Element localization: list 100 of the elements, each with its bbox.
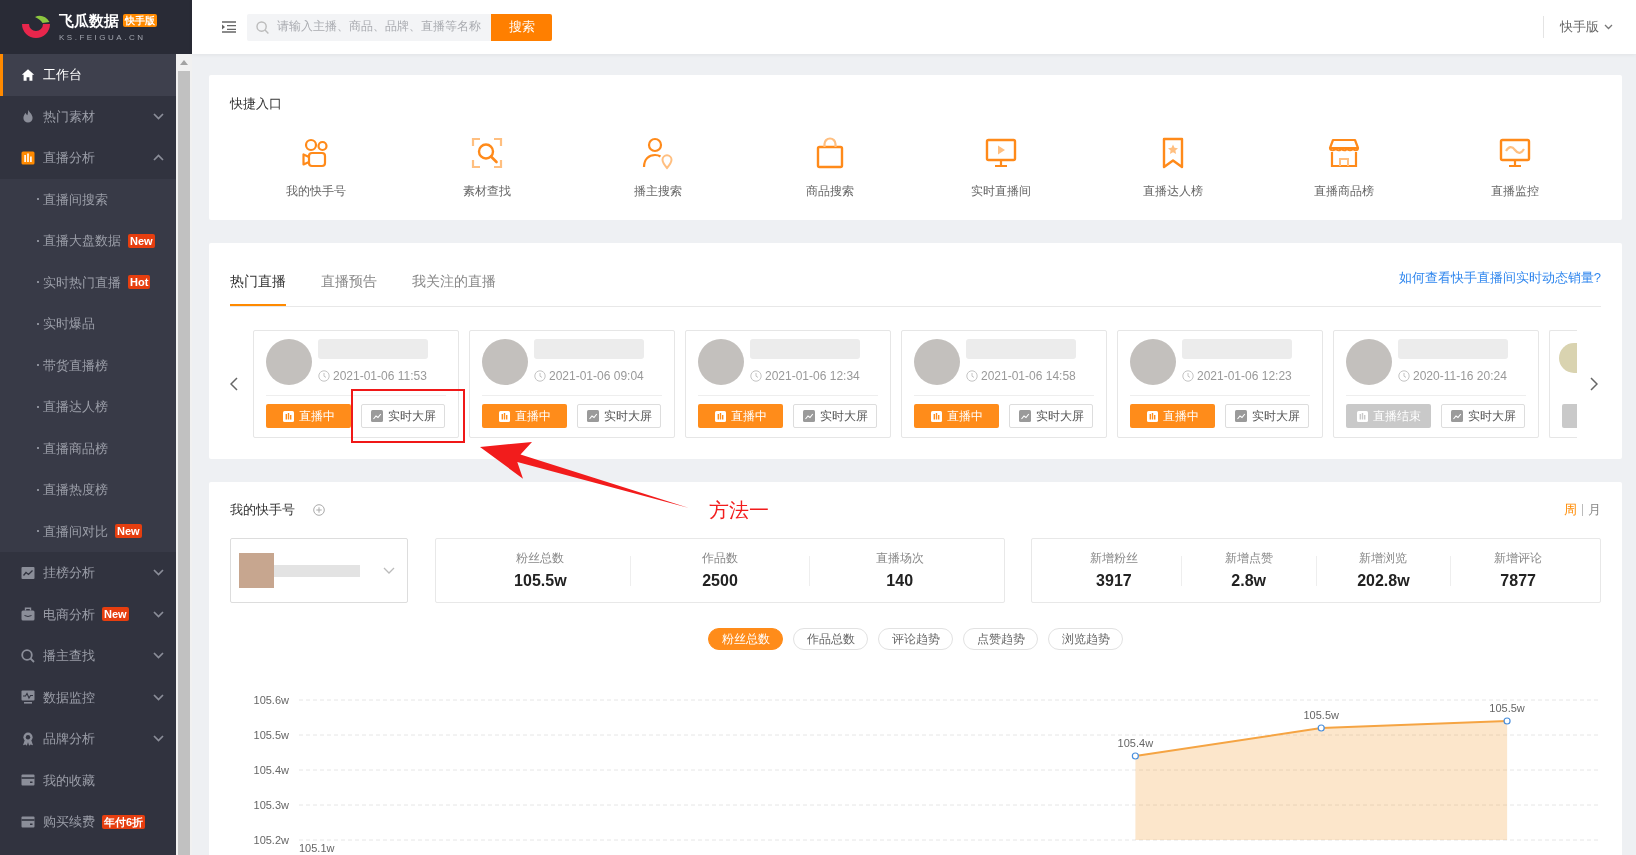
stat-label: 新增粉丝 bbox=[1089, 550, 1138, 566]
stat-label: 直播场次 bbox=[875, 550, 924, 566]
chevron-down-icon[interactable] bbox=[153, 652, 164, 660]
chevron-down-icon[interactable] bbox=[153, 693, 164, 701]
sidebar-subitem[interactable]: 直播达人榜 bbox=[0, 386, 176, 428]
chevron-down-icon[interactable] bbox=[153, 112, 164, 120]
big-screen-button[interactable]: 实时大屏 bbox=[1441, 404, 1525, 428]
flame-icon bbox=[21, 109, 35, 124]
bar-chart-icon bbox=[282, 410, 294, 422]
sidebar-item[interactable]: 直播分析 bbox=[0, 137, 176, 179]
scrollbar[interactable] bbox=[176, 54, 192, 855]
avatar-placeholder bbox=[914, 339, 960, 385]
clock-icon bbox=[750, 370, 762, 382]
sidebar-subitem[interactable]: 直播间搜索 bbox=[0, 178, 176, 220]
stat-value: 7877 bbox=[1500, 571, 1536, 591]
sidebar-subitem[interactable]: 实时热门直播 Hot bbox=[0, 261, 176, 303]
shortcut-item[interactable]: 直播商品榜 bbox=[1313, 135, 1374, 200]
y-axis-label: 105.5w bbox=[253, 729, 289, 741]
sidebar-item[interactable]: 播主查找 bbox=[0, 635, 176, 677]
help-link[interactable]: 如何查看快手直播间实时动态销量? bbox=[1398, 269, 1601, 287]
card-icon bbox=[21, 814, 35, 829]
metric-tab[interactable]: 浏览趋势 bbox=[1048, 628, 1123, 650]
sidebar-item[interactable]: 购买续费 年付6折 bbox=[0, 801, 176, 843]
big-screen-button[interactable]: 实时大屏 bbox=[1009, 404, 1093, 428]
start-time: 2021-01-06 09:04 bbox=[549, 369, 644, 383]
menu-badge: 年付6折 bbox=[102, 814, 146, 829]
tab[interactable]: 热门直播 bbox=[230, 265, 286, 306]
data-label: 105.4w bbox=[1117, 737, 1154, 749]
data-point bbox=[1131, 752, 1139, 760]
start-time: 2021-01-06 12:23 bbox=[1197, 369, 1292, 383]
sidebar-item[interactable]: 工作台 bbox=[0, 54, 176, 96]
stat-label: 新增浏览 bbox=[1359, 550, 1408, 566]
stat-value: 3917 bbox=[1096, 571, 1132, 591]
y-axis-label: 105.4w bbox=[253, 764, 289, 776]
clock-icon bbox=[318, 370, 330, 382]
big-screen-button[interactable]: 实时大屏 bbox=[1225, 404, 1309, 428]
chevron-up-icon[interactable] bbox=[153, 154, 164, 162]
scrollbar-thumb[interactable] bbox=[178, 71, 190, 855]
chevron-down-icon[interactable] bbox=[153, 569, 164, 577]
brand-name: 飞瓜数据 bbox=[59, 11, 119, 30]
stat-label: 粉丝总数 bbox=[516, 550, 565, 566]
menu-badge: Hot bbox=[128, 275, 151, 290]
chevron-left-icon[interactable] bbox=[230, 377, 238, 391]
sidebar-subitem[interactable]: 直播间对比 New bbox=[0, 510, 176, 552]
menu-fold-icon[interactable] bbox=[222, 21, 236, 33]
sidebar-item[interactable]: 数据监控 bbox=[0, 676, 176, 718]
chart-icon bbox=[802, 410, 815, 422]
scroll-up-icon[interactable] bbox=[180, 60, 188, 65]
home-icon bbox=[21, 67, 35, 82]
bar-chart-icon bbox=[1356, 410, 1368, 422]
stat-label: 新增评论 bbox=[1494, 550, 1543, 566]
avatar-placeholder bbox=[1130, 339, 1176, 385]
chart-icon bbox=[370, 410, 383, 422]
chevron-down-icon[interactable] bbox=[153, 735, 164, 743]
shortcut-item[interactable]: 实时直播间 bbox=[971, 135, 1032, 200]
sidebar-item[interactable]: 热门素材 bbox=[0, 95, 176, 137]
account-select[interactable] bbox=[230, 538, 408, 603]
start-time: 2021-01-06 14:58 bbox=[981, 369, 1076, 383]
shortcut-item[interactable]: 直播达人榜 bbox=[1142, 135, 1203, 200]
metric-tab[interactable]: 作品总数 bbox=[793, 628, 868, 650]
shortcut-item[interactable]: 素材查找 bbox=[463, 135, 512, 200]
metric-tab[interactable]: 点赞趋势 bbox=[963, 628, 1038, 650]
search-button[interactable]: 搜索 bbox=[491, 13, 552, 41]
sidebar-subitem[interactable]: 直播大盘数据 New bbox=[0, 220, 176, 262]
shortcut-item[interactable]: 直播监控 bbox=[1491, 135, 1540, 200]
clock-icon bbox=[1398, 370, 1410, 382]
chevron-down-icon bbox=[1604, 24, 1613, 30]
big-screen-button[interactable]: 实时大屏 bbox=[793, 404, 877, 428]
metric-tab[interactable]: 评论趋势 bbox=[878, 628, 953, 650]
edition-badge: 快手版 bbox=[123, 14, 157, 27]
sidebar-subitem[interactable]: 直播热度榜 bbox=[0, 469, 176, 511]
shortcut-item[interactable]: 我的快手号 bbox=[285, 135, 346, 200]
stat-value: 105.5w bbox=[514, 571, 567, 591]
edition-dropdown[interactable]: 快手版 bbox=[1560, 17, 1613, 37]
data-point bbox=[1317, 724, 1325, 732]
sidebar-item[interactable]: 我的收藏 bbox=[0, 759, 176, 801]
monitor-pulse-icon bbox=[21, 690, 35, 705]
chevron-down-icon[interactable] bbox=[153, 610, 164, 618]
big-screen-button[interactable]: 实时大屏 bbox=[361, 404, 445, 428]
bar-chart-icon bbox=[498, 410, 510, 422]
tab[interactable]: 我关注的直播 bbox=[412, 265, 496, 306]
logo-icon bbox=[21, 14, 51, 40]
sidebar-item[interactable]: 挂榜分析 bbox=[0, 552, 176, 594]
shortcut-item[interactable]: 商品搜索 bbox=[805, 135, 854, 200]
sidebar-subitem[interactable]: 实时爆品 bbox=[0, 303, 176, 345]
brand-domain: KS.FEIGUA.CN bbox=[59, 32, 147, 43]
chevron-right-icon[interactable] bbox=[1590, 377, 1598, 391]
chevron-down-icon bbox=[383, 567, 395, 574]
tab[interactable]: 直播预告 bbox=[321, 265, 377, 306]
sidebar-subitem[interactable]: 直播商品榜 bbox=[0, 427, 176, 469]
stat-value: 202.8w bbox=[1357, 571, 1410, 591]
period-option[interactable]: 月 bbox=[1588, 501, 1601, 519]
sidebar-item[interactable]: 品牌分析 bbox=[0, 718, 176, 760]
search-field[interactable]: 请输入主播、商品、品牌、直播等名称 bbox=[247, 13, 491, 41]
y-axis-label: 105.2w bbox=[253, 834, 289, 846]
big-screen-button[interactable]: 实时大屏 bbox=[577, 404, 661, 428]
sidebar-subitem[interactable]: 带货直播榜 bbox=[0, 344, 176, 386]
sidebar-item[interactable]: 电商分析 New bbox=[0, 593, 176, 635]
shortcut-item[interactable]: 播主搜索 bbox=[634, 135, 683, 200]
stat-value: 2.8w bbox=[1231, 571, 1266, 591]
